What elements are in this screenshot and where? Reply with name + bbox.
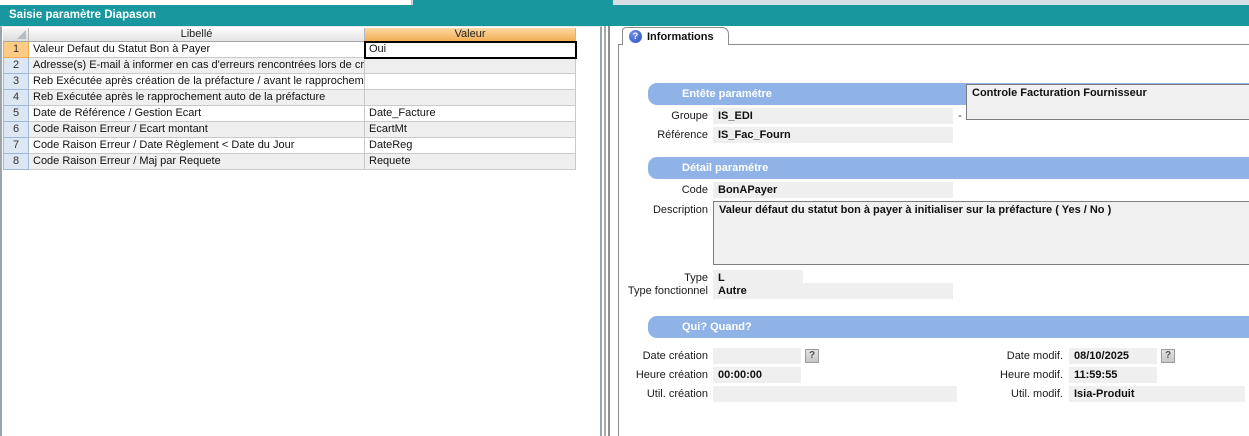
table-row: 2 Adresse(s) E-mail à informer en cas d'… bbox=[3, 58, 576, 74]
date-creation-label: Date création bbox=[613, 348, 708, 364]
cell-libelle[interactable]: Date de Référence / Gestion Ecart bbox=[29, 106, 365, 122]
window-title-bar[interactable]: Saisie paramètre Diapason bbox=[0, 5, 1249, 26]
code-label: Code bbox=[613, 182, 708, 198]
date-creation-help-button[interactable]: ? bbox=[805, 349, 819, 363]
row-number[interactable]: 6 bbox=[3, 122, 29, 138]
cell-libelle[interactable]: Reb Exécutée après création de la préfac… bbox=[29, 74, 365, 90]
grid-table: Libellé Valeur 1 Valeur Defaut du Statut… bbox=[3, 28, 576, 170]
type-fonctionnel-label: Type fonctionnel bbox=[613, 283, 708, 299]
corner-triangle-icon bbox=[17, 30, 26, 39]
util-creation-label: Util. création bbox=[613, 386, 708, 402]
column-header-libelle[interactable]: Libellé bbox=[29, 28, 365, 42]
cell-valeur[interactable] bbox=[365, 74, 576, 90]
table-row: 5 Date de Référence / Gestion Ecart Date… bbox=[3, 106, 576, 122]
util-modif-label: Util. modif. bbox=[969, 386, 1063, 402]
description-field: Valeur défaut du statut bon à payer à in… bbox=[713, 201, 1249, 265]
table-row: 8 Code Raison Erreur / Maj par Requete R… bbox=[3, 154, 576, 170]
util-creation-field bbox=[713, 386, 957, 402]
cell-valeur[interactable] bbox=[365, 90, 576, 106]
select-all-corner[interactable] bbox=[3, 28, 29, 42]
cell-valeur[interactable]: DateReg bbox=[365, 138, 576, 154]
table-row: 4 Reb Exécutée après le rapprochement au… bbox=[3, 90, 576, 106]
window-title: Saisie paramètre Diapason bbox=[9, 9, 156, 21]
heure-creation-label: Heure création bbox=[613, 367, 708, 383]
code-field: BonAPayer bbox=[713, 182, 953, 198]
table-row: 7 Code Raison Erreur / Date Règlement < … bbox=[3, 138, 576, 154]
description-label: Description bbox=[613, 202, 708, 218]
cell-libelle[interactable]: Code Raison Erreur / Ecart montant bbox=[29, 122, 365, 138]
panel-splitter[interactable] bbox=[602, 26, 613, 436]
groupe-separator: - bbox=[954, 108, 966, 124]
row-number[interactable]: 4 bbox=[3, 90, 29, 106]
cell-valeur-selected[interactable]: Oui bbox=[365, 42, 576, 58]
cell-valeur[interactable]: EcartMt bbox=[365, 122, 576, 138]
section-header-detail: Détail paramétre bbox=[648, 157, 1249, 179]
row-number[interactable]: 3 bbox=[3, 74, 29, 90]
row-number[interactable]: 1 bbox=[3, 42, 29, 58]
row-number[interactable]: 5 bbox=[3, 106, 29, 122]
cell-libelle[interactable]: Valeur Defaut du Statut Bon à Payer bbox=[29, 42, 365, 58]
cell-valeur[interactable]: Requete bbox=[365, 154, 576, 170]
reference-label: Référence bbox=[613, 127, 708, 143]
reference-field: IS_Fac_Fourn bbox=[713, 127, 953, 143]
heure-creation-field: 00:00:00 bbox=[713, 367, 801, 383]
util-modif-field: Isia-Produit bbox=[1069, 386, 1245, 402]
cell-libelle[interactable]: Reb Exécutée après le rapprochement auto… bbox=[29, 90, 365, 106]
help-question-icon: ? bbox=[629, 30, 642, 43]
parameter-grid: Libellé Valeur 1 Valeur Defaut du Statut… bbox=[0, 26, 602, 436]
table-row: 3 Reb Exécutée après création de la préf… bbox=[3, 74, 576, 90]
cell-valeur[interactable] bbox=[365, 58, 576, 74]
column-header-valeur[interactable]: Valeur bbox=[365, 28, 576, 42]
row-number[interactable]: 2 bbox=[3, 58, 29, 74]
row-number[interactable]: 7 bbox=[3, 138, 29, 154]
row-number[interactable]: 8 bbox=[3, 154, 29, 170]
cell-libelle[interactable]: Code Raison Erreur / Maj par Requete bbox=[29, 154, 365, 170]
date-modif-field: 08/10/2025 bbox=[1069, 348, 1157, 364]
cell-libelle[interactable]: Adresse(s) E-mail à informer en cas d'er… bbox=[29, 58, 365, 74]
date-creation-field bbox=[713, 348, 801, 364]
groupe-description-box: Controle Facturation Fournisseur bbox=[966, 84, 1249, 120]
heure-modif-label: Heure modif. bbox=[969, 367, 1063, 383]
table-row: 1 Valeur Defaut du Statut Bon à Payer Ou… bbox=[3, 42, 576, 58]
table-row: 6 Code Raison Erreur / Ecart montant Eca… bbox=[3, 122, 576, 138]
type-fonctionnel-field: Autre bbox=[713, 283, 953, 299]
grid-header-row: Libellé Valeur bbox=[3, 28, 576, 42]
groupe-label: Groupe bbox=[613, 108, 708, 124]
section-header-qui-quand: Qui? Quand? bbox=[648, 316, 1249, 338]
date-modif-label: Date modif. bbox=[969, 348, 1063, 364]
cell-valeur[interactable]: Date_Facture bbox=[365, 106, 576, 122]
date-modif-help-button[interactable]: ? bbox=[1161, 349, 1175, 363]
tab-informations[interactable]: ? Informations bbox=[622, 27, 729, 45]
cell-libelle[interactable]: Code Raison Erreur / Date Règlement < Da… bbox=[29, 138, 365, 154]
informations-panel: ? Informations Entête paramétre Groupe I… bbox=[613, 26, 1249, 436]
groupe-field: IS_EDI bbox=[713, 108, 953, 124]
heure-modif-field: 11:59:55 bbox=[1069, 367, 1157, 383]
tab-label: Informations bbox=[647, 31, 714, 43]
